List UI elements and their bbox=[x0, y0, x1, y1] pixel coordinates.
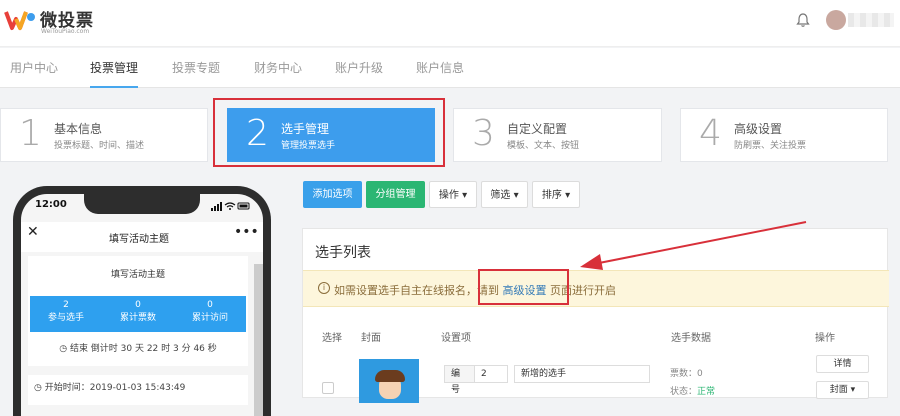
step-number: 1 bbox=[19, 113, 42, 154]
logo-subtitle: WeiTouPiao.com bbox=[41, 28, 90, 35]
stat-label: 累计票数 bbox=[119, 313, 156, 323]
notice-text: 如需设置选手自主在线报名，请到 高级设置 页面进行开启 bbox=[334, 282, 616, 298]
phone-summary-card: 填写活动主题 2 参与选手 0 累计票数 0 累计访问 ◷ 结束 倒计时 30 … bbox=[28, 256, 248, 366]
status-label: 状态： bbox=[670, 387, 698, 397]
col-cover: 封面 bbox=[361, 333, 381, 344]
countdown: ◷ 结束 倒计时 30 天 22 时 3 分 46 秒 bbox=[28, 341, 248, 354]
step-desc: 模板、文本、按钮 bbox=[507, 141, 580, 151]
phone-notch bbox=[84, 194, 200, 214]
phone-preview: 12:00 ✕ 填写活动主题 ••• 填写活动主题 2 参与选手 0 累计票数 … bbox=[13, 186, 271, 416]
top-header: 微投票 WeiTouPiao.com bbox=[0, 0, 900, 47]
stat-contestants: 2 参与选手 bbox=[30, 299, 102, 325]
step-title: 自定义配置 bbox=[507, 122, 568, 136]
number-label: 编号 bbox=[444, 365, 474, 395]
start-time-text: 开始时间：2019-01-03 15:43:49 bbox=[44, 383, 186, 393]
nav-upgrade[interactable]: 账户升级 bbox=[335, 48, 383, 88]
step-advanced-settings[interactable]: 4 高级设置 防刷票、关注投票 bbox=[680, 108, 888, 162]
phone-titlebar: ✕ 填写活动主题 ••• bbox=[21, 222, 263, 252]
stat-value: 2 bbox=[63, 300, 69, 310]
phone-scrollbar[interactable] bbox=[254, 264, 263, 416]
step-number: 4 bbox=[699, 113, 722, 154]
col-actions: 操作 bbox=[815, 333, 835, 344]
step-custom-config[interactable]: 3 自定义配置 模板、文本、按钮 bbox=[453, 108, 662, 162]
highlight-box-advanced-link bbox=[478, 269, 569, 305]
username-blurred[interactable] bbox=[848, 13, 894, 27]
step-desc: 防刷票、关注投票 bbox=[734, 141, 807, 151]
stats-bar: 2 参与选手 0 累计票数 0 累计访问 bbox=[30, 296, 246, 332]
cover-image[interactable] bbox=[359, 359, 419, 403]
user-avatar[interactable] bbox=[826, 10, 846, 30]
more-icon[interactable]: ••• bbox=[234, 224, 259, 240]
step-number: 3 bbox=[472, 113, 495, 154]
logo-icon[interactable] bbox=[4, 9, 36, 31]
row-select-checkbox[interactable] bbox=[322, 382, 334, 394]
caret-down-icon: ▾ bbox=[565, 190, 571, 201]
cover-dropdown[interactable]: 封面 ▾ bbox=[816, 381, 869, 399]
highlight-box-step2 bbox=[213, 98, 445, 167]
nav-finance[interactable]: 财务中心 bbox=[254, 48, 302, 88]
status-value: 正常 bbox=[697, 387, 716, 397]
group-manage-button[interactable]: 分组管理 bbox=[366, 181, 425, 208]
activity-topic: 填写活动主题 bbox=[110, 270, 165, 280]
nav-vote-topics[interactable]: 投票专题 bbox=[172, 48, 220, 88]
sort-label: 排序 bbox=[541, 190, 562, 201]
phone-time: 12:00 bbox=[35, 199, 67, 210]
col-select: 选择 bbox=[322, 333, 342, 344]
stat-value: 0 bbox=[135, 300, 141, 310]
start-time-row: ◷ 开始时间：2019-01-03 15:43:49 bbox=[28, 375, 248, 405]
filter-dropdown[interactable]: 筛选 ▾ bbox=[481, 181, 528, 208]
signal-wifi-battery-icon bbox=[211, 202, 250, 211]
stat-value: 0 bbox=[207, 300, 213, 310]
add-option-button[interactable]: 添加选项 bbox=[303, 181, 362, 208]
stat-votes: 0 累计票数 bbox=[102, 299, 174, 325]
avatar-hair bbox=[375, 370, 405, 382]
step-title: 高级设置 bbox=[734, 122, 783, 136]
contestant-name-input[interactable]: 新增的选手 bbox=[514, 365, 650, 383]
step-basic-info[interactable]: 1 基本信息 投票标题、时间、描述 bbox=[0, 108, 208, 162]
bell-icon[interactable] bbox=[796, 12, 810, 28]
main-nav: 用户中心 投票管理 投票专题 财务中心 账户升级 账户信息 bbox=[0, 48, 900, 88]
detail-button[interactable]: 详情 bbox=[816, 355, 869, 373]
stat-label: 累计访问 bbox=[191, 313, 228, 323]
col-data: 选手数据 bbox=[671, 333, 711, 344]
step-title: 基本信息 bbox=[54, 122, 103, 136]
clock-icon: ◷ bbox=[59, 344, 70, 354]
vote-count: 票数：0 bbox=[670, 369, 703, 379]
caret-down-icon: ▾ bbox=[513, 190, 519, 201]
nav-user-center[interactable]: 用户中心 bbox=[10, 48, 58, 88]
step-desc: 投票标题、时间、描述 bbox=[54, 141, 145, 151]
info-icon: i bbox=[318, 282, 330, 294]
number-input[interactable]: 2 bbox=[474, 365, 508, 383]
col-settings: 设置项 bbox=[441, 333, 471, 344]
panel-title: 选手列表 bbox=[315, 245, 371, 261]
cover-label: 封面 bbox=[829, 385, 848, 395]
status: 状态：正常 bbox=[670, 384, 715, 397]
filter-label: 筛选 bbox=[490, 190, 511, 201]
countdown-text: 结束 倒计时 30 天 22 时 3 分 46 秒 bbox=[69, 344, 217, 354]
red-arrow-annotation bbox=[580, 221, 807, 270]
nav-vote-manage[interactable]: 投票管理 bbox=[90, 48, 139, 88]
sort-dropdown[interactable]: 排序 ▾ bbox=[532, 181, 580, 208]
caret-down-icon: ▾ bbox=[462, 190, 468, 201]
stat-visits: 0 累计访问 bbox=[174, 299, 246, 325]
caret-down-icon: ▾ bbox=[850, 385, 856, 395]
operations-dropdown[interactable]: 操作 ▾ bbox=[429, 181, 477, 208]
clock-icon: ◷ bbox=[34, 383, 45, 393]
notice-text-pre: 如需设置选手自主在线报名，请到 bbox=[334, 284, 499, 297]
close-icon[interactable]: ✕ bbox=[27, 224, 39, 240]
phone-page-title: 填写活动主题 bbox=[109, 234, 169, 245]
operations-label: 操作 bbox=[438, 190, 459, 201]
stat-label: 参与选手 bbox=[47, 313, 84, 323]
nav-account-info[interactable]: 账户信息 bbox=[416, 48, 464, 88]
